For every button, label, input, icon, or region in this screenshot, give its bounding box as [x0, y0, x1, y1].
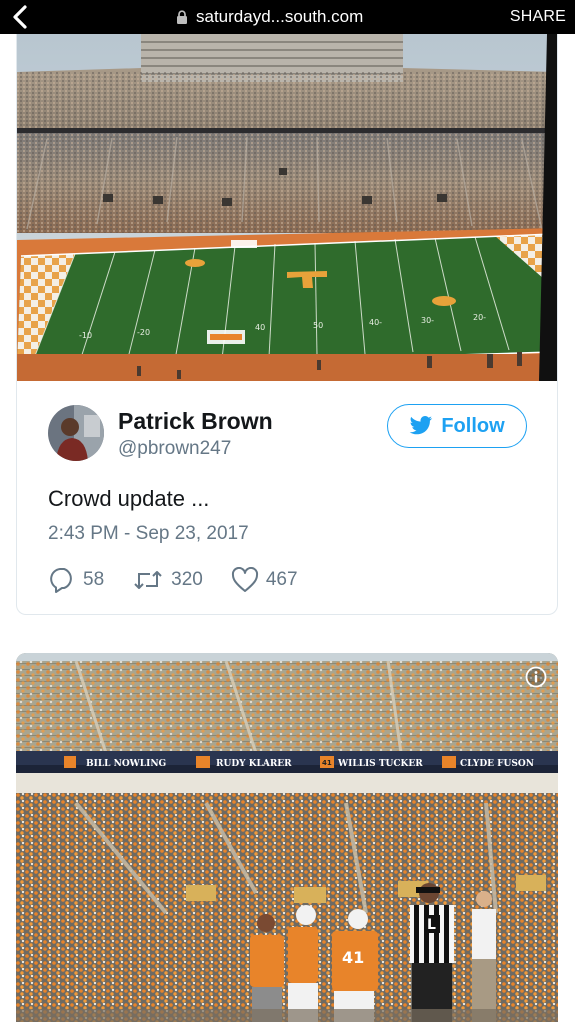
twitter-bird-icon	[410, 416, 433, 435]
yard-number: 20-	[473, 313, 486, 322]
like-count: 467	[265, 569, 298, 590]
referee-letter: L	[427, 917, 436, 933]
tweet-card: -10 -20 40 50 40- 30- 20- Patrick Brown …	[16, 34, 558, 615]
info-button[interactable]	[525, 666, 547, 688]
tweet-timestamp[interactable]: 2:43 PM - Sep 23, 2017	[48, 523, 249, 545]
ring-of-honor-name: BILL NOWLING	[86, 759, 166, 769]
yard-number: -20	[137, 328, 150, 337]
retweet-button[interactable]: 320	[132, 568, 203, 592]
retweet-count: 320	[171, 569, 203, 590]
tweet-text: Crowd update ...	[48, 486, 210, 511]
yard-number: 50	[313, 321, 323, 330]
crowd-photo-card: BILL NOWLING RUDY KLARER 41 WILLIS TUCKE…	[16, 653, 558, 1022]
jersey-number: 41	[342, 948, 364, 967]
share-button[interactable]: SHARE	[510, 0, 566, 34]
ring-of-honor-name: WILLIS TUCKER	[337, 759, 423, 769]
yard-number: -10	[79, 331, 92, 340]
user-name[interactable]: Patrick Brown	[118, 408, 273, 435]
reply-count: 58	[83, 569, 105, 590]
heart-icon	[231, 567, 258, 592]
retweet-icon	[134, 571, 162, 589]
yard-number: 40-	[369, 318, 382, 327]
crowd-photo[interactable]: BILL NOWLING RUDY KLARER 41 WILLIS TUCKE…	[16, 653, 558, 1022]
avatar[interactable]	[48, 405, 104, 461]
chevron-left-icon	[13, 5, 27, 29]
yard-number: 40	[255, 323, 265, 332]
url-text: saturdayd...south.com	[196, 7, 364, 26]
address-bar[interactable]: saturdayd...south.com	[176, 0, 363, 34]
lock-icon	[177, 9, 187, 24]
follow-button[interactable]: Follow	[387, 404, 527, 448]
like-button[interactable]: 467	[231, 567, 298, 593]
back-button[interactable]	[6, 3, 34, 31]
ring-of-honor-name: RUDY KLARER	[216, 759, 292, 769]
tweet-actions: 58 320 467	[48, 566, 298, 594]
ring-of-honor-number: 41	[322, 759, 332, 767]
info-icon	[525, 666, 547, 688]
reply-icon	[50, 568, 72, 593]
browser-top-bar: saturdayd...south.com SHARE	[0, 0, 575, 34]
stadium-photo[interactable]: -10 -20 40 50 40- 30- 20-	[17, 34, 558, 381]
ring-of-honor-name: CLYDE FUSON	[460, 759, 534, 769]
user-handle[interactable]: @pbrown247	[118, 438, 231, 460]
yard-number: 30-	[421, 316, 434, 325]
follow-label: Follow	[441, 414, 505, 437]
reply-button[interactable]: 58	[48, 567, 104, 593]
